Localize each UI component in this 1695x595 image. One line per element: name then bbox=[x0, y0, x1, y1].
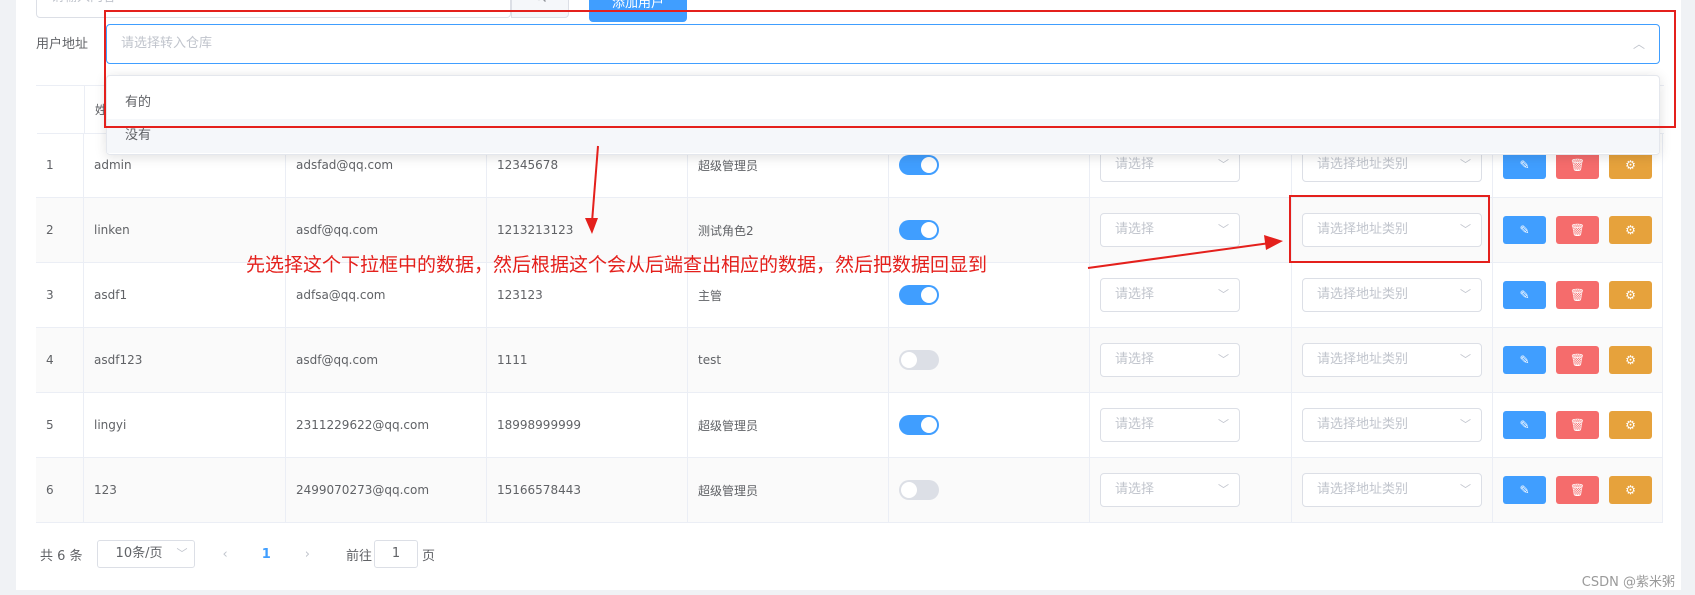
annotation-text: 先选择这个下拉框中的数据，然后根据这个会从后端查出相应的数据，然后把数据回显到 bbox=[246, 254, 988, 276]
arrow-right-icon bbox=[1264, 235, 1283, 250]
arrow-down-icon bbox=[585, 218, 598, 234]
annotation-arrows bbox=[585, 145, 1283, 269]
